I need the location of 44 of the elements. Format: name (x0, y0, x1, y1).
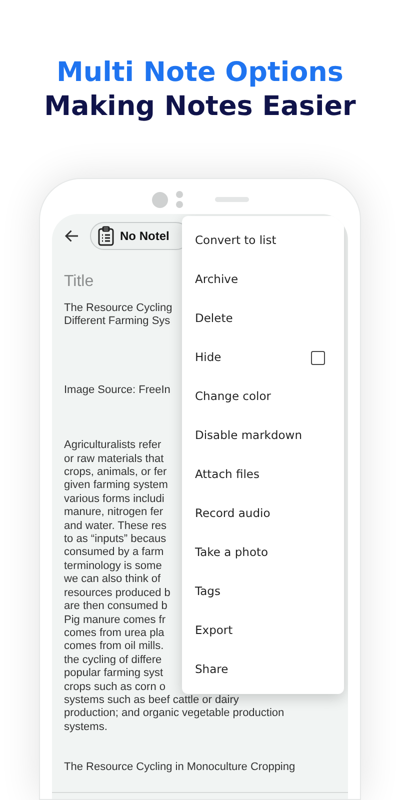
note-text-line: to as “inputs” becaus (64, 533, 166, 546)
note-text-line: Pig manure comes fr (64, 614, 166, 627)
menu-item[interactable]: Take a photo (182, 533, 344, 572)
clipboard-icon (97, 226, 115, 246)
note-text-line: The Resource Cycling in Monoculture Cropping (64, 761, 296, 775)
menu-item[interactable]: Archive (182, 260, 344, 299)
note-text-line: systems such as beef cattle or dairy (64, 694, 239, 708)
menu-item[interactable]: Hide (182, 338, 344, 377)
note-text-line: comes from oil mills. (64, 640, 164, 654)
menu-item[interactable]: Share (182, 650, 344, 689)
note-text-line: the cycling of differe (64, 654, 162, 668)
note-text-line: we can also think of (64, 573, 161, 587)
subheadline: Making Notes Easier (44, 90, 356, 124)
note-text-line: or raw materials that (64, 452, 164, 466)
note-text-line: and water. These res (64, 520, 167, 534)
note-text-line: systems. (64, 720, 108, 734)
menu-item[interactable]: Record audio (182, 494, 344, 533)
checkbox[interactable] (311, 350, 325, 364)
note-text-line: The Resource Cycling (64, 302, 172, 316)
menu-item[interactable]: Disable markdown (182, 416, 344, 455)
speaker-icon (214, 197, 248, 202)
menu-item[interactable]: Export (182, 611, 344, 650)
note-text-line: given farming system (64, 479, 168, 493)
menu-item[interactable]: Attach files (182, 455, 344, 494)
note-text-line: Different Farming Sys (64, 315, 170, 329)
note-text-line: Image Source: FreeIn (64, 384, 170, 398)
sensor-icon (176, 191, 182, 208)
menu-item[interactable]: Change color (182, 377, 344, 416)
note-text-line: consumed by a farm (64, 546, 164, 560)
note-text-line: Agriculturalists refer (64, 439, 162, 453)
note-text-line: various forms includi (64, 492, 164, 506)
headline: Multi Note Options (56, 56, 344, 90)
note-text-line: production; and organic vegetable production (64, 707, 284, 721)
menu-item[interactable]: Tags (182, 572, 344, 611)
camera-icon (152, 192, 168, 208)
menu-item[interactable]: Delete (182, 299, 344, 338)
note-text-line: crops such as corn o (64, 680, 166, 694)
note-text-line: are then consumed b (64, 600, 168, 614)
note-text-line: manure, nitrogen fer (64, 506, 164, 520)
note-text-line: crops, animals, or fer (64, 466, 167, 480)
note-text-line: terminology is some (64, 560, 162, 574)
note-text-line: popular farming syst (64, 667, 164, 681)
note-text-line: comes from urea pla (64, 626, 164, 640)
note-text-line: resources produced b (64, 586, 170, 600)
